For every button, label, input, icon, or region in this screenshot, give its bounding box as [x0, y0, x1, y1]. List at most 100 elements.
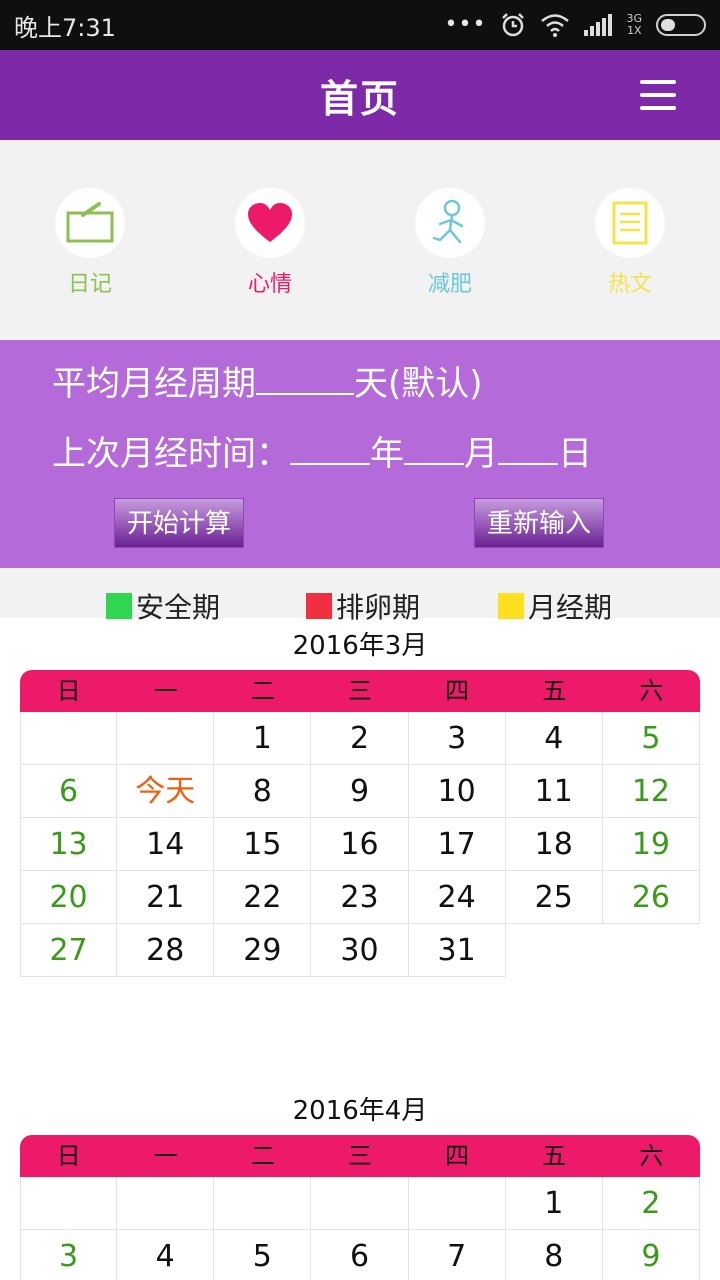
- calendar-day[interactable]: 12: [602, 765, 700, 818]
- calendar-day[interactable]: 14: [117, 818, 215, 871]
- cycle-length-input[interactable]: [256, 365, 354, 395]
- calendar-day[interactable]: 25: [505, 871, 603, 924]
- calendar-day[interactable]: 19: [602, 818, 700, 871]
- shortcut-articles-circle: [595, 188, 665, 258]
- reset-input-button[interactable]: 重新输入: [474, 498, 605, 548]
- calendar-day[interactable]: 今天: [117, 765, 215, 818]
- status-bar: 晚上7:31 ••• 3G 1X: [0, 0, 720, 50]
- legend-safe: 安全期: [106, 586, 220, 626]
- running-person-icon: [432, 199, 464, 244]
- calendar-day[interactable]: 2: [602, 1177, 700, 1230]
- calendar-day[interactable]: 1: [214, 712, 312, 765]
- weekday-header: 日一二三四五六: [20, 670, 700, 712]
- calendar-day[interactable]: 22: [214, 871, 312, 924]
- network-type: 3G 1X: [626, 12, 642, 37]
- cycle-calculator: 平均月经周期 天(默认) 上次月经时间：年月日 开始计算 重新输入: [0, 340, 720, 568]
- shortcut-articles[interactable]: 热文: [570, 188, 690, 340]
- calendar-day[interactable]: 2: [311, 712, 409, 765]
- cycle-length-row: 平均月经周期 天(默认): [52, 364, 483, 404]
- calendar-empty-cell: [117, 1177, 215, 1230]
- legend-ovulation-swatch: [306, 593, 332, 619]
- calendar-day[interactable]: 31: [408, 924, 506, 977]
- calendar-empty-cell: [311, 1177, 409, 1230]
- calendar-empty-cell: [214, 1177, 312, 1230]
- day-input[interactable]: [498, 435, 558, 465]
- calendar-grid: 12 3456789: [20, 1177, 700, 1280]
- calendar-day[interactable]: 8: [506, 1230, 603, 1280]
- calendar-day[interactable]: 11: [505, 765, 603, 818]
- calendar-day[interactable]: 30: [311, 924, 409, 977]
- calendar-month: 2016年4月 日一二三四五六 12 3456789: [0, 1087, 720, 1280]
- month-title: 2016年3月: [292, 631, 428, 661]
- calendar-day[interactable]: 21: [117, 871, 215, 924]
- app-bar: 首页: [0, 50, 720, 140]
- month-title: 2016年4月: [292, 1096, 428, 1126]
- battery-icon: [656, 14, 706, 36]
- calendar-day[interactable]: 26: [602, 871, 700, 924]
- calendar-grid: 1 2 3 4 5 6 今天 8 9 10 11 12 13 14 15 16 17 18 19 20 21 22 23 24…: [20, 712, 700, 977]
- calendar-day[interactable]: 24: [408, 871, 506, 924]
- start-calculation-button[interactable]: 开始计算: [114, 498, 245, 548]
- shortcut-mood-label: 心情: [247, 272, 292, 297]
- calendar-empty-cell: [117, 712, 215, 765]
- calendar-day[interactable]: 10: [408, 765, 506, 818]
- calendar-day[interactable]: 7: [409, 1230, 506, 1280]
- page-title: 首页: [319, 76, 400, 121]
- calendar-month: 2016年3月 日一二三四五六 1 2 3 4 5 6 今天 8 9 10 11 12 13 14 15 16…: [0, 622, 720, 977]
- calendar-day[interactable]: 16: [311, 818, 409, 871]
- status-icons: ••• 3G 1X: [445, 12, 706, 38]
- shortcut-mood[interactable]: 心情: [210, 188, 330, 340]
- last-period-row: 上次月经时间：年月日: [52, 434, 592, 474]
- calendar-day[interactable]: 3: [20, 1230, 118, 1280]
- calendar-day[interactable]: 27: [20, 924, 118, 977]
- calendar-day[interactable]: 23: [311, 871, 409, 924]
- legend-period: 月经期: [498, 586, 612, 626]
- calendar-day[interactable]: 13: [20, 818, 118, 871]
- calendar-day[interactable]: 3: [408, 712, 506, 765]
- calendar-day[interactable]: 20: [20, 871, 118, 924]
- year-input[interactable]: [290, 435, 370, 465]
- calendar-day[interactable]: 28: [117, 924, 215, 977]
- calendar-day[interactable]: 6: [311, 1230, 409, 1280]
- shortcut-bar: 日记 心情 减肥 热文: [0, 140, 720, 340]
- calendar-day[interactable]: 15: [214, 818, 312, 871]
- wifi-icon: [541, 14, 570, 37]
- shortcut-mood-circle: [235, 188, 305, 258]
- document-icon: [612, 201, 648, 245]
- shortcut-articles-label: 热文: [607, 272, 652, 297]
- more-dots-icon: •••: [444, 12, 487, 37]
- battery-fill: [661, 19, 675, 31]
- calendar-day[interactable]: 9: [603, 1230, 700, 1280]
- alarm-clock-icon: [502, 13, 525, 37]
- shortcut-diary-circle: [55, 188, 125, 258]
- calendar-empty-cell: [20, 1177, 118, 1230]
- legend-safe-swatch: [106, 593, 132, 619]
- calendar-empty-cell: [20, 712, 118, 765]
- month-input[interactable]: [404, 435, 464, 465]
- signal-icon: [584, 14, 613, 36]
- shortcut-diary[interactable]: 日记: [30, 188, 150, 340]
- calendar-day[interactable]: 17: [408, 818, 506, 871]
- calendar-day[interactable]: 1: [505, 1177, 603, 1230]
- shortcut-diary-label: 日记: [67, 272, 112, 297]
- calendar-day[interactable]: 8: [214, 765, 312, 818]
- calendar-day[interactable]: 9: [311, 765, 409, 818]
- status-time: 晚上7:31: [14, 13, 116, 42]
- calendar-day[interactable]: 18: [505, 818, 603, 871]
- calendar-day[interactable]: 29: [214, 924, 312, 977]
- calendar-day[interactable]: 5: [602, 712, 700, 765]
- calendar-day[interactable]: 5: [214, 1230, 312, 1280]
- notebook-icon: [66, 202, 114, 243]
- heart-icon: [248, 203, 292, 242]
- shortcut-diet-circle: [415, 188, 485, 258]
- calendar-day[interactable]: 6: [20, 765, 118, 818]
- weekday-header: 日一二三四五六: [20, 1135, 700, 1177]
- menu-icon[interactable]: [640, 80, 676, 110]
- calendar-day[interactable]: 4: [505, 712, 603, 765]
- calendar-empty-cell: [408, 1177, 506, 1230]
- legend: 安全期 排卵期 月经期: [0, 568, 720, 624]
- calendar-day[interactable]: 4: [117, 1230, 215, 1280]
- shortcut-diet-label: 减肥: [427, 272, 472, 297]
- shortcut-diet[interactable]: 减肥: [390, 188, 510, 340]
- legend-ovulation: 排卵期: [306, 586, 420, 626]
